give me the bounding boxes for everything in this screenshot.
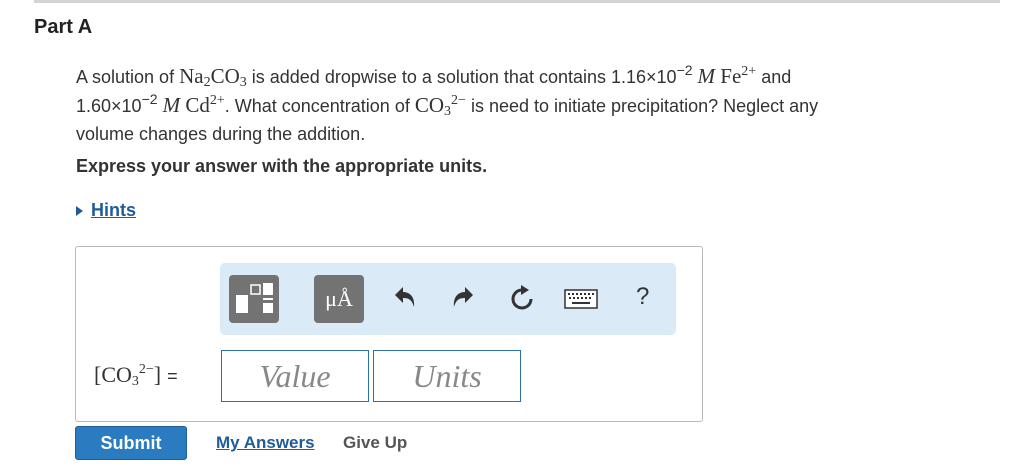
templates-button[interactable] xyxy=(229,275,279,323)
units-input[interactable]: Units xyxy=(373,350,521,402)
give-up-link[interactable]: Give Up xyxy=(343,433,407,453)
units-button[interactable]: μÅ xyxy=(314,275,364,323)
top-divider xyxy=(34,0,1000,3)
question-segment: . What concentration of xyxy=(224,96,415,116)
caret-right-icon xyxy=(76,205,83,216)
answer-instruction: Express your answer with the appropriate… xyxy=(76,156,488,176)
templates-icon xyxy=(236,283,273,313)
value-input[interactable]: Value xyxy=(221,350,369,402)
hints-toggle[interactable]: Hints xyxy=(76,200,136,221)
formula-co3: CO32− xyxy=(414,93,466,119)
hints-link[interactable]: Hints xyxy=(91,200,136,221)
math-toolbar: μÅ ? xyxy=(220,263,676,335)
formula-cd: M Cd2+ xyxy=(162,93,225,117)
question-segment: volume changes during the addition. xyxy=(76,124,366,144)
reset-icon[interactable] xyxy=(508,285,536,313)
undo-icon[interactable] xyxy=(392,285,418,311)
formula-na2co3: Na2CO3 xyxy=(179,64,247,90)
answer-label: [CO32−] = xyxy=(94,362,178,389)
exponent: −2 xyxy=(676,62,693,78)
units-label: μÅ xyxy=(325,286,353,311)
exponent: −2 xyxy=(141,91,158,107)
question-segment: is need to initiate precipitation? Negle… xyxy=(465,96,819,116)
question-segment: is added dropwise to a solution that con… xyxy=(246,67,677,87)
question-segment: A solution of xyxy=(76,67,180,87)
redo-icon[interactable] xyxy=(450,285,476,311)
keyboard-icon[interactable] xyxy=(564,289,598,309)
question-text: A solution of Na2CO3 is added dropwise t… xyxy=(76,62,976,148)
question-segment: and xyxy=(756,67,792,87)
submit-button[interactable]: Submit xyxy=(75,426,187,460)
formula-fe: M Fe2+ xyxy=(697,64,757,88)
my-answers-link[interactable]: My Answers xyxy=(216,433,315,453)
help-button[interactable]: ? xyxy=(636,283,649,311)
question-segment: 1.60×10 xyxy=(76,96,142,116)
part-title: Part A xyxy=(34,16,93,38)
